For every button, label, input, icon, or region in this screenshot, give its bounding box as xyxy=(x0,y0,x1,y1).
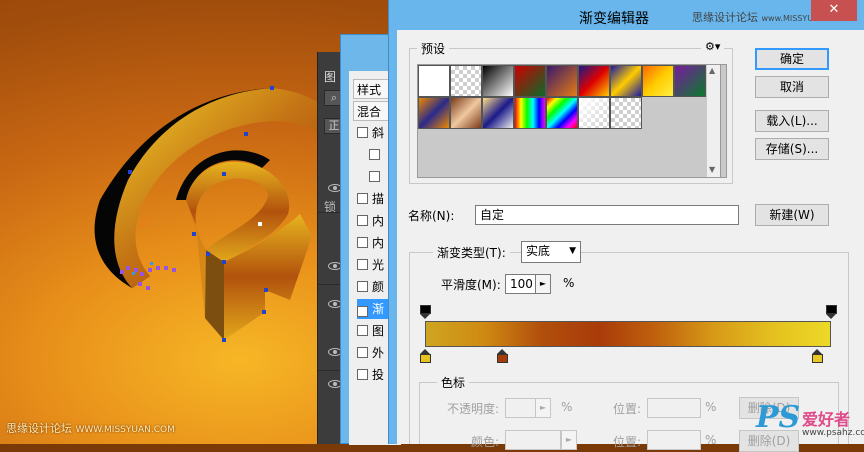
color-label: 颜色: xyxy=(471,435,500,449)
presets-label: 预设 xyxy=(417,40,450,57)
save-button[interactable]: 存储(S)... xyxy=(755,138,829,160)
opacity-location-unit: % xyxy=(705,400,717,414)
layer-style-item-label: 投 xyxy=(372,368,385,382)
color-location-input[interactable] xyxy=(647,430,701,450)
gradient-type-label: 渐变类型(T): xyxy=(433,244,510,261)
gradient-preset-swatch[interactable] xyxy=(418,97,450,129)
gradient-preset-swatch[interactable] xyxy=(546,97,578,129)
layer-style-item-label: 图 xyxy=(372,324,385,338)
color-stop[interactable] xyxy=(420,349,431,363)
ok-button[interactable]: 确定 xyxy=(755,48,829,70)
opacity-stop[interactable] xyxy=(420,305,431,319)
presets-scrollbar[interactable]: ▲ ▼ xyxy=(707,64,721,178)
gradient-type-select[interactable]: 实底 ▼ xyxy=(521,241,581,263)
gradient-preset-swatch[interactable] xyxy=(674,65,706,97)
new-button[interactable]: 新建(W) xyxy=(755,204,829,226)
style-checkbox[interactable]: ✓ xyxy=(357,306,368,317)
layer-style-item-label: 颜 xyxy=(372,280,385,294)
gradient-preset-swatch[interactable] xyxy=(578,97,610,129)
opacity-input[interactable] xyxy=(505,398,537,418)
color-stops-label: 色标 xyxy=(437,374,470,391)
layer-style-item-label: 外 xyxy=(372,346,385,360)
style-checkbox[interactable] xyxy=(357,281,368,292)
opacity-unit: % xyxy=(561,400,573,414)
gradient-preset-swatch[interactable] xyxy=(642,65,674,97)
gradient-preset-swatch[interactable] xyxy=(482,65,514,97)
layer-style-item-label: 描 xyxy=(372,192,385,206)
gradient-preset-swatch[interactable] xyxy=(578,65,610,97)
color-location-label: 位置: xyxy=(613,435,642,449)
chevron-down-icon: ▼ xyxy=(569,246,576,256)
name-label: 名称(N): xyxy=(408,209,455,223)
style-checkbox[interactable] xyxy=(357,237,368,248)
color-stop[interactable] xyxy=(497,349,509,363)
scroll-down-icon[interactable]: ▼ xyxy=(709,165,715,174)
layers-tab[interactable]: 图 xyxy=(324,68,336,85)
gradient-bar[interactable] xyxy=(425,321,831,347)
layer-style-item-label: 光 xyxy=(372,258,385,272)
style-checkbox[interactable] xyxy=(357,347,368,358)
style-checkbox[interactable] xyxy=(369,149,380,160)
gradient-preset-swatch[interactable] xyxy=(610,97,642,129)
opacity-stepper[interactable]: ► xyxy=(535,398,551,418)
style-checkbox[interactable] xyxy=(357,127,368,138)
close-button[interactable]: ✕ xyxy=(811,0,857,21)
style-checkbox[interactable] xyxy=(357,259,368,270)
smoothness-label: 平滑度(M): xyxy=(441,278,501,292)
style-checkbox[interactable] xyxy=(357,369,368,380)
style-checkbox[interactable] xyxy=(357,215,368,226)
gradient-preset-swatch[interactable] xyxy=(450,65,482,97)
gradient-preset-swatch[interactable] xyxy=(450,97,482,129)
dialog-title: 渐变编辑器 xyxy=(579,11,649,27)
load-button[interactable]: 载入(L)... xyxy=(755,110,829,132)
layer-style-item-label: 内 xyxy=(372,236,385,250)
layer-style-item-label: 渐 xyxy=(372,302,385,316)
opacity-location-label: 位置: xyxy=(613,402,642,416)
gradient-editor-dialog: 渐变编辑器 思缘设计论坛 www.MISSYUAN.COM ✕ 预设 ⚙▾ ▲ … xyxy=(388,0,864,452)
brand-watermark: PS 爱好者 www.psahz.com xyxy=(756,400,864,438)
smoothness-stepper[interactable]: ► xyxy=(535,274,551,294)
preset-grid[interactable] xyxy=(417,64,727,178)
opacity-label: 不透明度: xyxy=(447,402,500,416)
opacity-stop[interactable] xyxy=(826,305,837,319)
smoothness-input[interactable]: 100 xyxy=(505,274,537,294)
smoothness-unit: % xyxy=(563,276,575,290)
canvas-watermark: 思缘设计论坛 WWW.MISSYUAN.COM xyxy=(6,422,175,435)
color-stop[interactable] xyxy=(811,349,823,363)
gradient-preset-swatch[interactable] xyxy=(514,65,546,97)
gradient-preset-swatch[interactable] xyxy=(482,97,514,129)
color-stepper[interactable]: ► xyxy=(561,430,577,450)
gradient-preset-swatch[interactable] xyxy=(418,65,450,97)
style-checkbox[interactable] xyxy=(357,193,368,204)
scroll-up-icon[interactable]: ▲ xyxy=(709,66,715,75)
color-location-unit: % xyxy=(705,433,717,447)
gradient-preset-swatch[interactable] xyxy=(546,65,578,97)
gear-icon[interactable]: ⚙▾ xyxy=(701,40,725,53)
style-checkbox[interactable] xyxy=(357,325,368,336)
gradient-preset-swatch[interactable] xyxy=(514,97,546,129)
color-swatch-input[interactable] xyxy=(505,430,561,450)
opacity-location-input[interactable] xyxy=(647,398,701,418)
layer-style-item-label: 斜 xyxy=(372,126,385,140)
gradient-preset-swatch[interactable] xyxy=(610,65,642,97)
layer-style-item-label: 内 xyxy=(372,214,385,228)
name-input[interactable]: 自定 xyxy=(475,205,739,225)
dialog-body: 预设 ⚙▾ ▲ ▼ 确定 取消 载入(L)... 存储(S)... 名称(N):… xyxy=(397,30,864,452)
cancel-button[interactable]: 取消 xyxy=(755,76,829,98)
style-checkbox[interactable] xyxy=(369,171,380,182)
